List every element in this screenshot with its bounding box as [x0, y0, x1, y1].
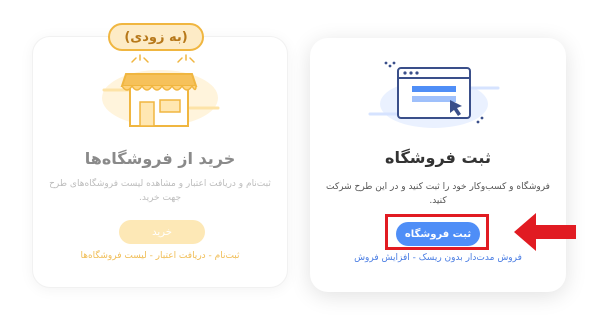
buy-card-footnote: ثبت‌نام - دریافت اعتبار - لیست فروشگاه‌ه… — [80, 251, 240, 261]
register-card-footnote: فروش مدت‌دار بدون ریسک - افزایش فروش — [354, 253, 522, 263]
coming-soon-badge: (به زودی) — [108, 23, 204, 51]
buy-card-description: ثبت‌نام و دریافت اعتبار و مشاهده لیست فر… — [49, 179, 271, 203]
left-pointing-arrow-icon — [514, 213, 576, 251]
browser-window-icon — [368, 61, 500, 128]
buy-button: خرید — [119, 220, 205, 244]
button-highlight-box — [385, 214, 489, 250]
register-card-title: ثبت فروشگاه — [385, 148, 491, 167]
buy-card-title: خرید از فروشگاه‌ها — [84, 149, 236, 168]
storefront-icon — [102, 54, 220, 127]
register-card-description: فروشگاه و کسب‌وکار خود را ثبت کنید و در … — [326, 182, 550, 206]
